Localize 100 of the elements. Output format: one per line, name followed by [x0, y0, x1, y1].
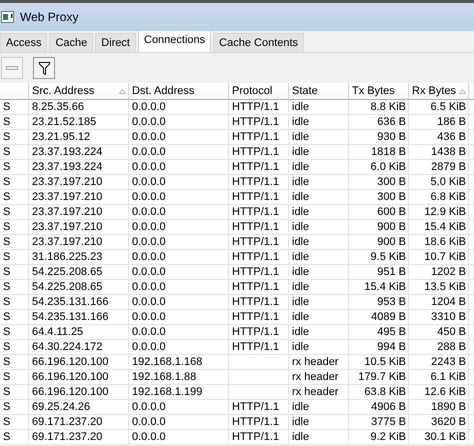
tab[interactable]: Access [0, 33, 48, 52]
table-cell: idle [289, 145, 349, 160]
table-cell: 300 B [349, 190, 409, 205]
table-cell: 1818 B [349, 145, 409, 160]
table-cell: idle [289, 250, 349, 265]
table-cell: idle [289, 100, 349, 115]
table-cell: S [0, 370, 29, 385]
table-cell: 15.4 KiB [409, 220, 469, 235]
table-cell: idle [289, 310, 349, 325]
table-cell: 30.1 KiB [409, 430, 469, 445]
table-cell: rx header [289, 355, 349, 370]
column-header[interactable]: Protocol [229, 83, 289, 100]
table-cell: idle [289, 175, 349, 190]
table-cell: HTTP/1.1 [229, 160, 289, 175]
tab[interactable]: Cache [49, 33, 94, 52]
table-cell: S [0, 160, 29, 175]
tab[interactable]: Connections [138, 30, 212, 52]
filter-button[interactable] [33, 57, 55, 79]
table-cell: 23.37.197.210 [29, 205, 129, 220]
table-cell: rx header [289, 370, 349, 385]
table-cell: 12.9 KiB [409, 205, 469, 220]
table-cell: HTTP/1.1 [229, 415, 289, 430]
table-cell: 186 B [409, 115, 469, 130]
table-cell: 0.0.0.0 [129, 100, 229, 115]
table-cell: 31.186.225.23 [29, 250, 129, 265]
table-cell: HTTP/1.1 [229, 205, 289, 220]
table-cell: 8.25.35.66 [29, 100, 129, 115]
table-cell: 1438 B [409, 145, 469, 160]
column-header[interactable]: Tx Bytes [349, 83, 409, 100]
table-cell: 900 B [349, 235, 409, 250]
table-cell: 1890 B [409, 400, 469, 415]
table-cell: 600 B [349, 205, 409, 220]
table-cell: 0.0.0.0 [129, 175, 229, 190]
table-cell: 69.171.237.20 [29, 415, 129, 430]
table-cell: 3310 B [409, 310, 469, 325]
table-cell: 23.21.52.185 [29, 115, 129, 130]
table-cell: 288 B [409, 340, 469, 355]
table-cell: 0.0.0.0 [129, 250, 229, 265]
table-cell: S [0, 385, 29, 400]
table-cell: idle [289, 280, 349, 295]
table-cell: S [0, 130, 29, 145]
table-cell: 450 B [409, 325, 469, 340]
table-cell: 66.196.120.100 [29, 370, 129, 385]
table-cell: 0.0.0.0 [129, 415, 229, 430]
table-cell: 2879 B [409, 160, 469, 175]
table-cell: 0.0.0.0 [129, 310, 229, 325]
table-cell: rx header [289, 385, 349, 400]
table-cell: 0.0.0.0 [129, 430, 229, 445]
table-cell: S [0, 415, 29, 430]
table-cell: 900 B [349, 220, 409, 235]
table-cell: HTTP/1.1 [229, 340, 289, 355]
window-title: Web Proxy [20, 10, 78, 24]
table-cell: 54.225.208.65 [29, 280, 129, 295]
table-cell: idle [289, 325, 349, 340]
table-cell: 0.0.0.0 [129, 235, 229, 250]
table-cell: S [0, 190, 29, 205]
table-cell: 951 B [349, 265, 409, 280]
table-cell: idle [289, 415, 349, 430]
table-cell: 0.0.0.0 [129, 400, 229, 415]
table-cell: 9.2 KiB [349, 430, 409, 445]
column-header[interactable]: Src. Address [29, 83, 129, 100]
table-cell: HTTP/1.1 [229, 430, 289, 445]
tab[interactable]: Cache Contents [213, 33, 304, 52]
table-cell: 4906 B [349, 400, 409, 415]
table-cell: 0.0.0.0 [129, 205, 229, 220]
table-cell: 0.0.0.0 [129, 220, 229, 235]
table-cell: idle [289, 220, 349, 235]
table-cell: S [0, 295, 29, 310]
table-cell: 8.8 KiB [349, 100, 409, 115]
tab[interactable]: Direct [95, 33, 136, 52]
table-cell: S [0, 340, 29, 355]
table-cell: 2243 B [409, 355, 469, 370]
table-cell: 0.0.0.0 [129, 280, 229, 295]
column-header[interactable]: Dst. Address [129, 83, 229, 100]
table-cell: 10.7 KiB [409, 250, 469, 265]
table-cell: 13.5 KiB [409, 280, 469, 295]
table-cell: S [0, 430, 29, 445]
table-cell: 4089 B [349, 310, 409, 325]
table-cell: S [0, 115, 29, 130]
table-cell: 3775 B [349, 415, 409, 430]
column-header[interactable]: Rx Bytes [409, 83, 469, 100]
table-cell: 12.6 KiB [409, 385, 469, 400]
table-cell: 994 B [349, 340, 409, 355]
minus-icon [6, 66, 18, 70]
table-cell: 0.0.0.0 [129, 340, 229, 355]
table-cell: S [0, 145, 29, 160]
table-cell: 54.225.208.65 [29, 265, 129, 280]
table-cell: 300 B [349, 175, 409, 190]
table-cell: 18.6 KiB [409, 235, 469, 250]
table-cell: 0.0.0.0 [129, 325, 229, 340]
table-cell: 64.30.224.172 [29, 340, 129, 355]
sort-arrow-icon [459, 88, 466, 94]
table-cell: S [0, 220, 29, 235]
column-header[interactable]: State [289, 83, 349, 100]
table-cell [229, 370, 289, 385]
table-cell: 3620 B [409, 415, 469, 430]
table-cell: 1202 B [409, 265, 469, 280]
table-cell: 0.0.0.0 [129, 145, 229, 160]
table-cell: 930 B [349, 130, 409, 145]
table-cell: HTTP/1.1 [229, 265, 289, 280]
